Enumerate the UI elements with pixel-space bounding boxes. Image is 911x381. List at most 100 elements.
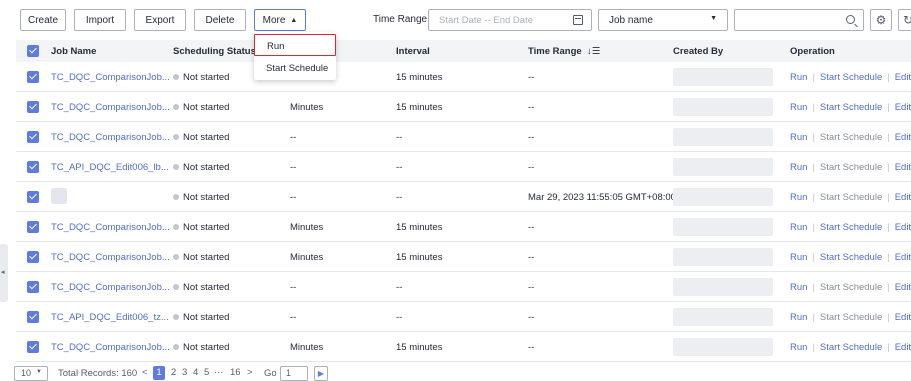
- status-text: Not started: [183, 162, 230, 173]
- calendar-icon[interactable]: [573, 15, 583, 25]
- job-name-link[interactable]: TC_DQC_ComparisonJob...: [51, 102, 170, 113]
- search-input[interactable]: [734, 9, 864, 31]
- go-button[interactable]: ▶: [314, 366, 328, 381]
- start-schedule-link: Start Schedule: [819, 312, 883, 323]
- col-operation: Operation: [790, 46, 835, 57]
- row-checkbox[interactable]: [27, 341, 39, 353]
- run-link[interactable]: Run: [790, 252, 807, 263]
- time-range-cell: --: [528, 72, 535, 83]
- next-page-button[interactable]: >: [247, 367, 253, 378]
- run-link[interactable]: Run: [790, 312, 807, 323]
- row-checkbox[interactable]: [27, 131, 39, 143]
- row-checkbox[interactable]: [27, 101, 39, 113]
- job-name-link[interactable]: TC_DQC_ComparisonJob...: [51, 282, 170, 293]
- select-all-checkbox[interactable]: [27, 45, 39, 57]
- job-name-link[interactable]: TC_DQC_ComparisonJob...: [51, 252, 170, 263]
- search-field-select[interactable]: Job name ▼: [598, 9, 728, 31]
- more-button[interactable]: More ▲: [254, 9, 306, 31]
- row-checkbox[interactable]: [27, 281, 39, 293]
- edit-link[interactable]: Edit: [895, 312, 911, 323]
- job-name-link[interactable]: TC_DQC_ComparisonJob...: [51, 72, 170, 83]
- row-checkbox[interactable]: [27, 311, 39, 323]
- start-schedule-link[interactable]: Start Schedule: [820, 342, 882, 353]
- prev-page-button[interactable]: <: [142, 367, 148, 378]
- status-text: Not started: [183, 312, 230, 323]
- edit-link[interactable]: Edit: [895, 222, 911, 233]
- export-button[interactable]: Export: [134, 9, 186, 31]
- col-interval: Interval: [396, 46, 430, 57]
- row-checkbox[interactable]: [27, 251, 39, 263]
- job-name-link[interactable]: TC_DQC_ComparisonJob...: [51, 222, 170, 233]
- separator: |: [812, 342, 815, 353]
- edit-link[interactable]: Edit: [895, 342, 911, 353]
- page-1[interactable]: 1: [153, 366, 165, 380]
- sort-icon[interactable]: ↓☰: [587, 46, 600, 57]
- time-range-cell: --: [528, 132, 535, 143]
- job-name-link[interactable]: TC_DQC_ComparisonJob...: [51, 342, 170, 353]
- page-3[interactable]: 3: [182, 367, 187, 378]
- go-page-input[interactable]: 1: [280, 366, 308, 381]
- collapse-sidebar-handle[interactable]: ◂: [0, 244, 8, 302]
- page-4[interactable]: 4: [193, 367, 198, 378]
- separator: |: [887, 102, 890, 113]
- create-button[interactable]: Create: [20, 9, 66, 31]
- run-link[interactable]: Run: [790, 102, 807, 113]
- delete-button[interactable]: Delete: [194, 9, 246, 31]
- edit-link[interactable]: Edit: [895, 162, 911, 173]
- edit-link[interactable]: Edit: [895, 102, 911, 113]
- run-link[interactable]: Run: [790, 282, 807, 293]
- table-row: TC_API_DQC_Edit006_lb... Not started -- -- -…: [16, 152, 911, 182]
- page-2[interactable]: 2: [171, 367, 176, 378]
- separator: |: [812, 132, 815, 143]
- interval-cell: --: [396, 282, 403, 293]
- edit-link[interactable]: Edit: [895, 252, 911, 263]
- date-range-picker[interactable]: Start Date -- End Date: [428, 9, 592, 31]
- start-schedule-link[interactable]: Start Schedule: [820, 102, 882, 113]
- run-link[interactable]: Run: [790, 72, 807, 83]
- status-dot-icon: [173, 74, 179, 80]
- status-text: Not started: [183, 72, 230, 83]
- page-5[interactable]: 5: [204, 367, 209, 378]
- run-link[interactable]: Run: [790, 222, 807, 233]
- run-link[interactable]: Run: [790, 342, 807, 353]
- search-icon[interactable]: [846, 15, 855, 24]
- row-checkbox[interactable]: [27, 191, 39, 203]
- table-row: Not started -- -- Mar 29, 2023 11:55:05 GMT…: [16, 182, 911, 212]
- row-checkbox[interactable]: [27, 71, 39, 83]
- table-row: TC_DQC_ComparisonJob... Not started Minute…: [16, 92, 911, 122]
- start-schedule-link[interactable]: Start Schedule: [820, 252, 882, 263]
- row-checkbox[interactable]: [27, 221, 39, 233]
- status-cell: Not started: [173, 162, 229, 173]
- job-name-link[interactable]: TC_API_DQC_Edit006_tz...: [51, 312, 169, 323]
- run-link[interactable]: Run: [790, 132, 807, 143]
- settings-button[interactable]: ⚙: [870, 9, 892, 31]
- page-size-select[interactable]: 10 ▼: [14, 366, 48, 381]
- start-schedule-link: Start Schedule: [819, 132, 883, 143]
- status-dot-icon: [173, 254, 179, 260]
- table-header: Job Name Scheduling Status Interval Time…: [16, 40, 911, 62]
- edit-link[interactable]: Edit: [895, 72, 911, 83]
- menu-item-run[interactable]: Run: [254, 34, 336, 56]
- redacted-created-by: [673, 218, 773, 236]
- start-schedule-link[interactable]: Start Schedule: [820, 222, 882, 233]
- edit-link[interactable]: Edit: [895, 282, 911, 293]
- page-ellipsis[interactable]: ···: [214, 367, 224, 378]
- interval-cell: 15 minutes: [396, 252, 443, 263]
- edit-link[interactable]: Edit: [895, 132, 911, 143]
- start-schedule-link[interactable]: Start Schedule: [820, 72, 882, 83]
- interval-cell: --: [396, 192, 403, 203]
- separator: |: [812, 102, 815, 113]
- menu-item-start-schedule[interactable]: Start Schedule: [254, 57, 336, 79]
- row-checkbox[interactable]: [27, 161, 39, 173]
- page-16[interactable]: 16: [230, 367, 241, 378]
- import-button[interactable]: Import: [74, 9, 126, 31]
- edit-link[interactable]: Edit: [895, 192, 911, 203]
- status-cell: Not started: [173, 342, 229, 353]
- job-name-link[interactable]: TC_API_DQC_Edit006_lb...: [51, 162, 169, 173]
- run-link[interactable]: Run: [790, 192, 807, 203]
- col-time-range: Time Range: [528, 46, 582, 57]
- refresh-button[interactable]: ↻: [898, 9, 911, 31]
- job-name-link[interactable]: TC_DQC_ComparisonJob...: [51, 132, 170, 143]
- redacted-created-by: [673, 68, 773, 86]
- run-link[interactable]: Run: [790, 162, 807, 173]
